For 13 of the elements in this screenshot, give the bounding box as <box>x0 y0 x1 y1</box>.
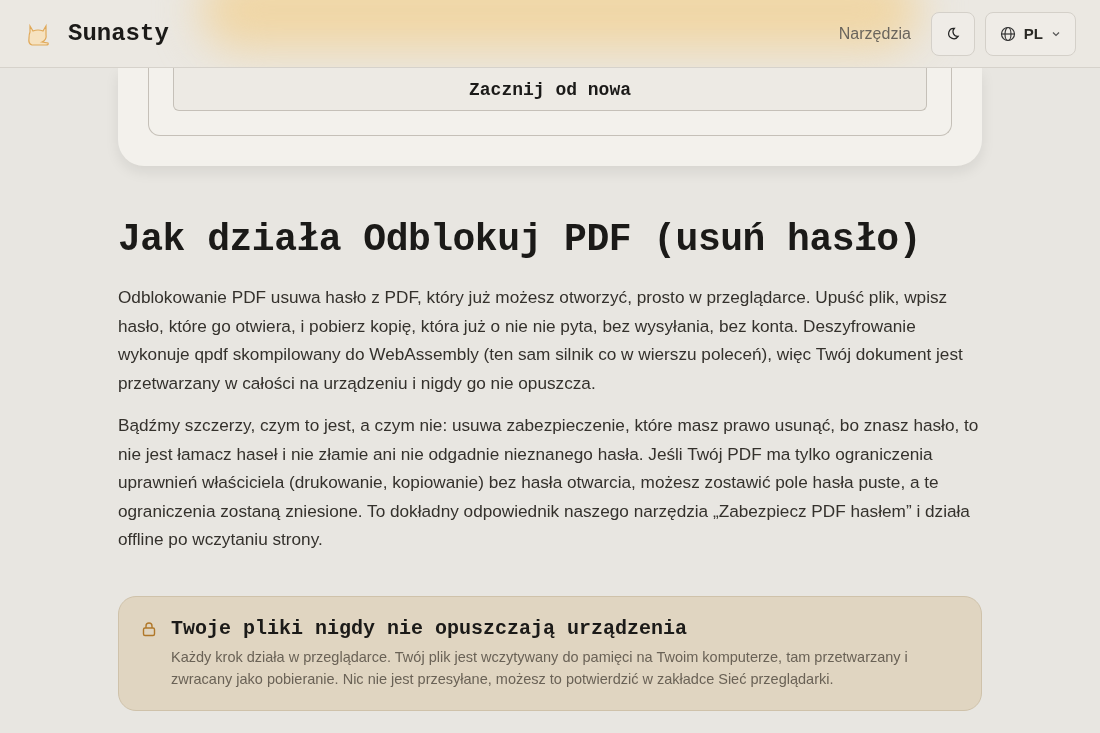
language-button[interactable]: PL <box>984 11 1076 56</box>
note-title: Twoje pliki nigdy nie opuszczają urządzenia <box>171 616 689 640</box>
globe-icon <box>999 25 1016 42</box>
theme-toggle-button[interactable] <box>930 11 975 56</box>
brand-link[interactable]: Sunasty <box>24 19 169 48</box>
lock-icon <box>141 620 157 637</box>
article-paragraph: Bądźmy szczerzy, czym to jest, a czym nie: usuwa zabezpieczenie, które masz prawo usunąć, bo znasz hasło, to nie jest łamacz haseł i nie złamie ani nie odgadnie nieznanego hasła. Jeśli Twój PDF ma tylko ograniczenia uprawnień właściciela (drukowanie, kopiowanie) bez hasła otwarcia, możesz zostawić pole hasła puste, a te ograniczenia zostaną zniesione. To dokładny odpowiednik naszego narzędzia „Zabezpiecz PDF hasłem” i działa offline po wczytaniu strony. <box>118 414 980 551</box>
start-over-button[interactable]: Zacznij od nowa <box>173 68 927 111</box>
moon-icon <box>945 26 961 41</box>
note-text: Każdy krok działa w przeglądarce. Twój plik jest wczytywany do pamięci na Twoim komputerze, tam przetwarzany i zwracany jako pobieranie. Nic nie jest przesyłane, możesz to potwierdzić w zakładce Sieć przeglądarki. <box>171 647 909 689</box>
nav-link[interactable]: Narzędzia <box>838 24 911 43</box>
article-paragraph: Odblokowanie PDF usuwa hasło z PDF, który już możesz otworzyć, prosto w przeglądarce. Upuść plik, wpisz hasło, które go otwiera, i pobierz kopię, która już o nie nie pyta, bez wysyłania, bez konta. Deszyfrowanie wykonuje qpdf skompilowany do WebAssembly (ten sam silnik co w wierszu poleceń), więc Twój dokument jest przetwarzany w całości na urządzeniu i nigdy go nie opuszcza. <box>118 286 964 395</box>
article-heading: Jak działa Odblokuj PDF (usuń hasło) <box>118 218 922 261</box>
